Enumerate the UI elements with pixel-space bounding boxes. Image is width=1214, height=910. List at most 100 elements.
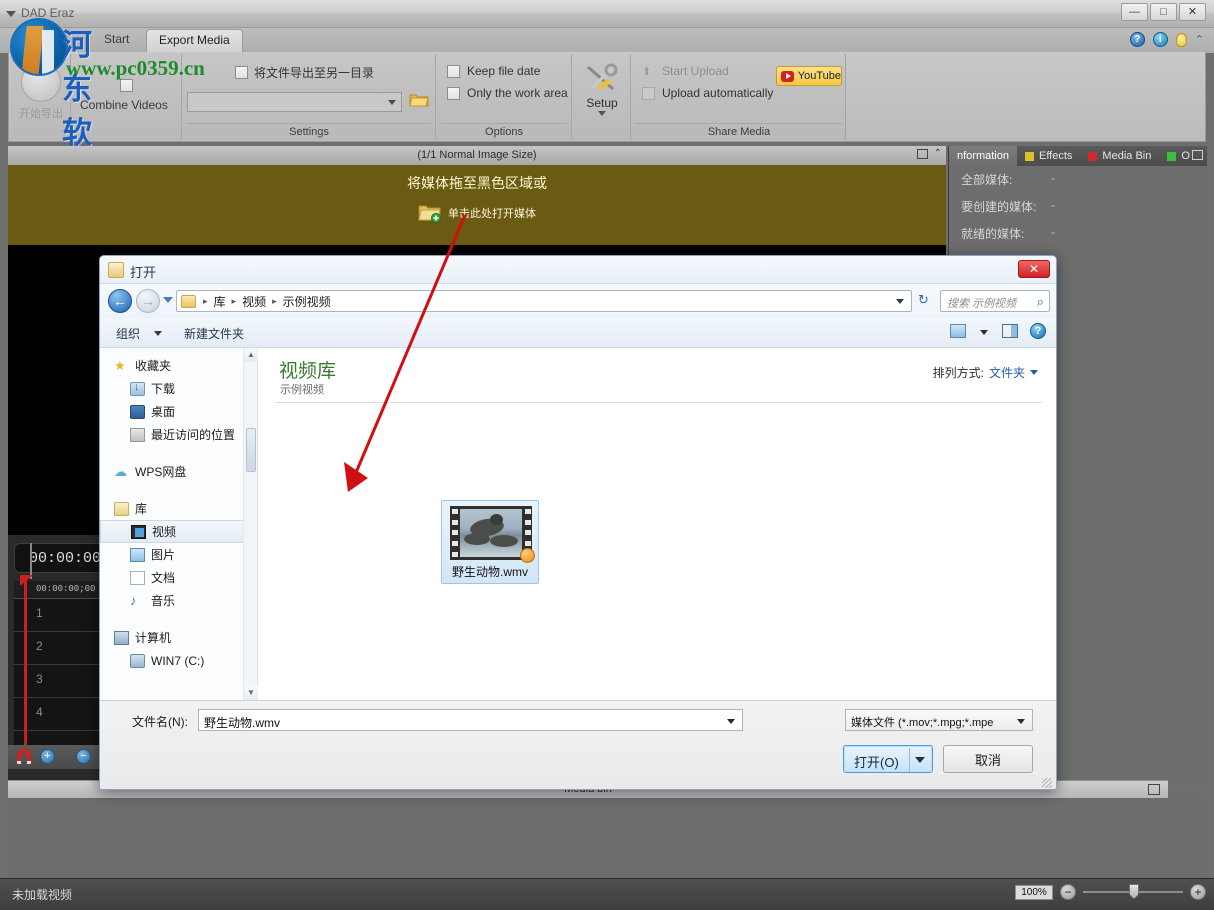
chevron-down-icon[interactable] [598, 111, 606, 116]
dialog-toolbar: 组织 新建文件夹 ? [100, 318, 1056, 348]
sidebar-item-documents[interactable]: 文档 [100, 566, 244, 589]
sidebar-item-videos[interactable]: 视频 [100, 520, 244, 543]
open-file-dialog: 打开 ✕ ← → ▸ 库 ▸ 视频 ▸ 示例视频 ↻ 搜索 示例视频 ⌕ 组织 … [99, 255, 1057, 790]
scroll-down-icon[interactable]: ▼ [244, 686, 258, 700]
start-export-button[interactable]: 开始导出 [19, 62, 63, 121]
minimize-button[interactable]: — [1121, 3, 1148, 21]
tip-bulb-icon[interactable] [1175, 32, 1187, 47]
dialog-file-list[interactable]: 视频库 示例视频 排列方式: 文件夹 野生动物.wmv [259, 348, 1056, 700]
chevron-down-icon[interactable] [1030, 370, 1038, 375]
chevron-down-icon[interactable] [896, 299, 904, 304]
sidebar-item-wps-cloud[interactable]: ☁ WPS网盘 [100, 460, 244, 483]
tab-media-bin[interactable]: Media Bin [1080, 146, 1159, 166]
zoom-value[interactable]: 100% [1015, 884, 1053, 900]
zoom-in-icon[interactable]: + [40, 749, 55, 764]
filetype-select[interactable]: 媒体文件 (*.mov;*.mpg;*.mpe [845, 709, 1033, 731]
info-icon[interactable]: i [1152, 32, 1168, 47]
back-button[interactable]: ← [108, 289, 132, 313]
sidebar-item-recent-places[interactable]: 最近访问的位置 [100, 423, 244, 446]
sidebar-item-label: 文档 [151, 571, 176, 585]
preview-drop-area[interactable]: 将媒体拖至黑色区域或 单击此处打开媒体 [8, 165, 946, 245]
dialog-close-button[interactable]: ✕ [1018, 260, 1050, 278]
zoom-out-icon[interactable]: − [76, 749, 91, 764]
open-button[interactable]: 打开(O) [843, 745, 933, 773]
chevron-down-icon[interactable] [388, 100, 396, 105]
tab-information[interactable]: nformation [949, 146, 1017, 166]
keep-file-date-checkbox[interactable]: Keep file date [447, 64, 540, 78]
start-upload-label: Start Upload [662, 64, 729, 78]
search-input[interactable]: 搜索 示例视频 ⌕ [940, 290, 1050, 312]
tab-export-media[interactable]: Export Media [146, 29, 243, 53]
new-folder-button[interactable]: 新建文件夹 [184, 325, 244, 342]
scrollbar-thumb[interactable] [246, 428, 256, 472]
checkbox-box [120, 79, 133, 93]
filetype-value: 媒体文件 (*.mov;*.mpg;*.mpe [851, 717, 994, 729]
upload-automatically-checkbox[interactable]: Upload automatically [642, 86, 773, 100]
sidebar-item-pictures[interactable]: 图片 [100, 543, 244, 566]
sidebar-item-computer[interactable]: 计算机 [100, 626, 244, 649]
scroll-up-icon[interactable]: ▲ [244, 348, 258, 362]
breadcrumb[interactable]: ▸ 库 ▸ 视频 ▸ 示例视频 [176, 290, 912, 312]
preview-header-buttons: ⌃ [916, 148, 942, 159]
list-item[interactable]: 野生动物.wmv [441, 500, 539, 584]
sidebar-item-desktop[interactable]: 桌面 [100, 400, 244, 423]
combine-videos-checkbox[interactable] [120, 78, 133, 93]
folder-icon[interactable] [409, 92, 429, 108]
tab-project[interactable]: Project [18, 29, 79, 53]
sidebar-item-downloads[interactable]: 下载 [100, 377, 244, 400]
refresh-icon[interactable]: ↻ [918, 292, 929, 308]
magnet-snap-icon[interactable] [16, 749, 32, 765]
quick-access-dropdown-icon[interactable] [6, 11, 16, 17]
breadcrumb-item-library[interactable]: 库 [212, 293, 228, 310]
playhead[interactable] [24, 575, 27, 748]
breadcrumb-item-videos[interactable]: 视频 [240, 293, 268, 310]
export-other-dir-checkbox[interactable]: 将文件导出至另一目录 [235, 64, 374, 81]
sidebar-item-win7-c[interactable]: WIN7 (C:) [100, 649, 244, 672]
cancel-button[interactable]: 取消 [943, 745, 1033, 773]
sidebar-item-label: 计算机 [135, 631, 172, 645]
organize-button[interactable]: 组织 [116, 325, 140, 342]
chevron-down-icon[interactable] [727, 719, 735, 724]
preview-collapse-icon[interactable]: ⌃ [934, 148, 942, 159]
preview-pane-icon[interactable] [1002, 324, 1018, 338]
tab-start[interactable]: Start [92, 29, 141, 53]
breadcrumb-item-sample-videos[interactable]: 示例视频 [281, 293, 333, 310]
sidebar-item-music[interactable]: ♪ 音乐 [100, 589, 244, 612]
collapse-ribbon-icon[interactable]: ⌃ [1195, 33, 1204, 46]
chevron-down-icon[interactable] [915, 757, 925, 763]
export-path-input[interactable] [187, 92, 402, 112]
filename-input[interactable]: 野生动物.wmv [198, 709, 743, 731]
chevron-down-icon[interactable] [1017, 719, 1025, 724]
search-icon: ⌕ [1036, 294, 1044, 309]
media-bin-body[interactable] [8, 798, 1206, 878]
chevron-down-icon[interactable] [154, 331, 162, 336]
right-panel-restore-icon[interactable] [1192, 150, 1203, 160]
tools-icon[interactable] [583, 62, 621, 94]
sidebar-scrollbar[interactable]: ▲ ▼ [243, 348, 258, 700]
forward-button[interactable]: → [136, 289, 160, 313]
help-icon[interactable]: ? [1030, 323, 1046, 339]
recent-locations-icon[interactable] [163, 297, 173, 303]
timeline-ruler-label: 00:00:00;00 [36, 584, 96, 594]
media-bin-restore-icon[interactable] [1148, 784, 1160, 795]
sidebar-item-libraries[interactable]: 库 [100, 497, 244, 520]
sort-by-control[interactable]: 排列方式: 文件夹 [933, 364, 1038, 381]
zoom-slider[interactable] [1083, 884, 1183, 899]
zoom-in-icon[interactable]: + [1190, 884, 1206, 900]
chevron-down-icon[interactable] [980, 330, 988, 335]
open-media-link[interactable]: 单击此处打开媒体 [418, 203, 536, 223]
filename-label: 文件名(N): [132, 715, 188, 729]
view-icon[interactable] [950, 324, 966, 338]
help-icon[interactable]: ? [1129, 32, 1145, 47]
sidebar-item-favorites[interactable]: ★ 收藏夹 [100, 354, 244, 377]
only-work-area-checkbox[interactable]: Only the work area [447, 86, 568, 100]
zoom-slider-thumb[interactable] [1129, 884, 1139, 899]
maximize-button[interactable]: □ [1150, 3, 1177, 21]
tab-effects[interactable]: Effects [1017, 146, 1080, 166]
sidebar-item-label: 视频 [152, 525, 177, 539]
zoom-out-icon[interactable]: − [1060, 884, 1076, 900]
close-button[interactable]: ✕ [1179, 3, 1206, 21]
youtube-button[interactable]: YouTube [776, 66, 842, 86]
resize-grip[interactable] [1042, 778, 1052, 788]
preview-restore-icon[interactable] [916, 148, 928, 159]
